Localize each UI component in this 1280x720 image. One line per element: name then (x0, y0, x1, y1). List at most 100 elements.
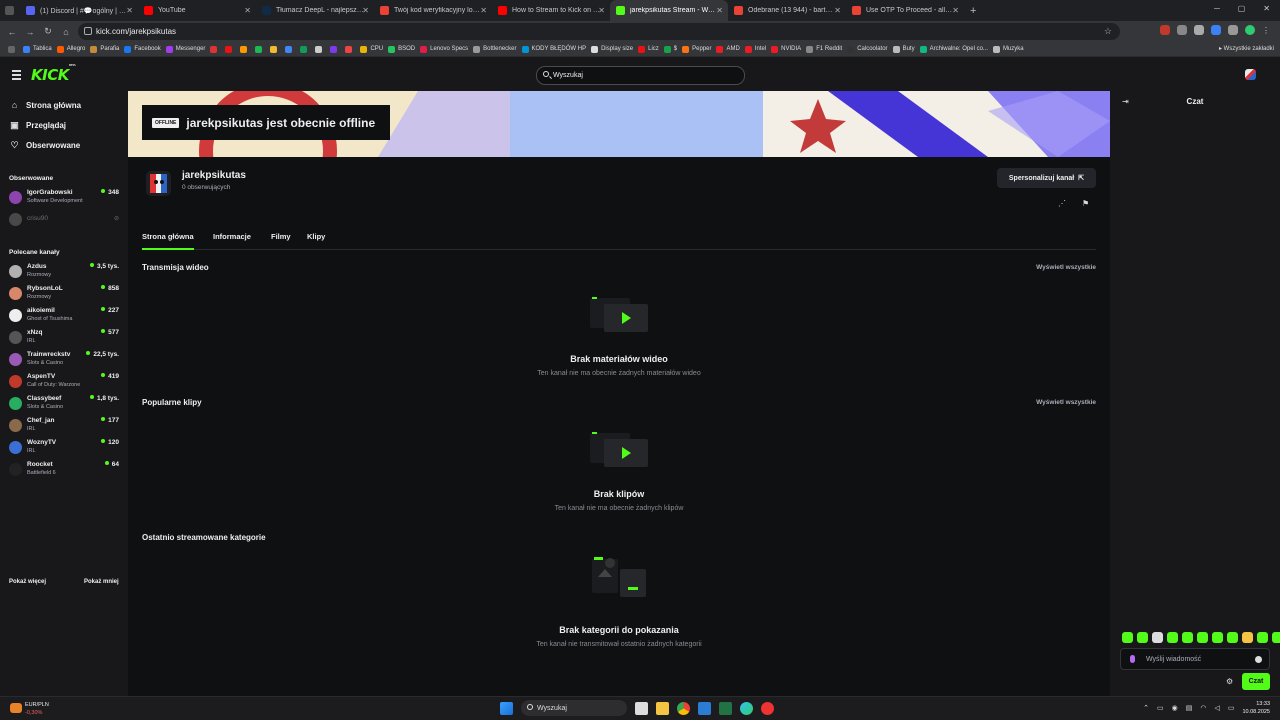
chat-send-button[interactable]: Czat (1242, 673, 1270, 690)
bookmark-item[interactable]: KODY BŁĘDÓW HP (521, 45, 586, 53)
bookmark-item[interactable]: Tablica (23, 45, 52, 53)
sidebar-item-home[interactable]: ⌂ Strona główna (10, 101, 81, 111)
url-field[interactable]: kick.com/jarekpsikutas ☆ (78, 23, 1120, 40)
emote-icon[interactable] (1182, 632, 1193, 643)
tab-clips[interactable]: Klipy (307, 232, 325, 250)
bookmark-item[interactable]: Archiwalne: Opel co... (919, 45, 988, 53)
browser-tab[interactable]: jarekpsikutas Stream - Watch L ✕ (610, 0, 728, 21)
recommended-channel[interactable]: Chef_jan IRL 177 (9, 415, 121, 435)
tab-close-icon[interactable]: ✕ (598, 6, 605, 15)
emote-icon[interactable] (1212, 632, 1223, 643)
browser-tab[interactable]: YouTube ✕ (138, 0, 256, 21)
bookmark-item[interactable]: $ (663, 45, 677, 53)
back-icon[interactable]: ← (3, 27, 21, 37)
tab-close-icon[interactable]: ✕ (716, 6, 723, 15)
recommended-channel[interactable]: Classybeef Slots & Casino 1,8 tys. (9, 393, 121, 413)
reload-icon[interactable]: ↻ (39, 26, 57, 37)
app-icon[interactable] (761, 701, 774, 715)
bookmark-item[interactable] (285, 45, 295, 53)
excel-icon[interactable] (719, 701, 732, 715)
emote-icon[interactable] (1167, 632, 1178, 643)
bookmark-item[interactable]: Pepper (682, 45, 711, 53)
emote-icon[interactable] (1137, 632, 1148, 643)
bookmark-item[interactable]: Licz (638, 45, 659, 53)
apps-icon[interactable] (8, 45, 18, 53)
battery-icon[interactable]: ▭ (1228, 704, 1235, 712)
see-all-clips-link[interactable]: Wyświetl wszystkie (1036, 399, 1096, 406)
show-more-button[interactable]: Pokaż więcej (9, 579, 46, 585)
browser-tab[interactable]: Use OTP To Proceed - allegro.u✕ (846, 0, 964, 21)
bookmark-item[interactable]: Muzyka (992, 45, 1024, 53)
new-tab-button[interactable]: + (970, 5, 976, 17)
bookmark-item[interactable] (270, 45, 280, 53)
tab-info[interactable]: Informacje (213, 232, 251, 250)
channel-avatar[interactable] (146, 171, 171, 196)
show-less-button[interactable]: Pokaż mniej (84, 579, 119, 585)
browser-menu-icon[interactable]: ⋮ (1262, 26, 1270, 35)
share-icon[interactable]: ⋰ (1058, 199, 1066, 208)
bookmark-item[interactable] (240, 45, 250, 53)
site-info-icon[interactable] (84, 27, 92, 35)
chat-settings-icon[interactable]: ⚙ (1226, 677, 1233, 686)
browser-tab[interactable]: (1) Discord | #💬ogólny | SimS ✕ (20, 0, 138, 21)
recommended-channel[interactable]: WoznyTV IRL 120 (9, 437, 121, 457)
emote-icon[interactable] (1242, 632, 1253, 643)
tray-chevron-icon[interactable]: ⌃ (1143, 704, 1149, 712)
bookmark-item[interactable]: Allegro (56, 45, 85, 53)
tray-app-icon[interactable]: ◉ (1172, 704, 1178, 712)
extension-icon[interactable] (1177, 25, 1187, 35)
bookmark-item[interactable]: NVIDIA (771, 45, 801, 53)
emote-icon[interactable] (1272, 632, 1280, 643)
all-bookmarks-link[interactable]: ▸ Wszystkie zakładki (1219, 45, 1274, 52)
recommended-channel[interactable]: RybsonLoL Rozmowy 858 (9, 283, 121, 303)
emote-icon[interactable] (1152, 632, 1163, 643)
bookmark-item[interactable] (255, 45, 265, 53)
profile-avatar[interactable] (1245, 25, 1255, 35)
recommended-channel[interactable]: aikoiemil Ghost of Tsushima 227 (9, 305, 121, 325)
extensions-puzzle-icon[interactable] (1228, 25, 1238, 35)
close-window-icon[interactable]: ✕ (1263, 4, 1270, 13)
tab-close-icon[interactable]: ✕ (480, 6, 487, 15)
emote-icon[interactable] (1257, 632, 1268, 643)
bookmark-item[interactable]: Messenger (165, 45, 205, 53)
search-input[interactable]: Wyszukaj (536, 66, 745, 85)
tab-close-icon[interactable]: ✕ (834, 6, 841, 15)
browser-tab[interactable]: How to Stream to Kick on PC u ✕ (492, 0, 610, 21)
bookmark-item[interactable]: Buty (892, 45, 915, 53)
recommended-channel[interactable]: xNzq IRL 577 (9, 327, 121, 347)
tab-close-icon[interactable]: ✕ (244, 6, 251, 15)
see-all-videos-link[interactable]: Wyświetl wszystkie (1036, 264, 1096, 271)
browser-tab[interactable]: Tłumacz DeepL - najlepszy tłum✕ (256, 0, 374, 21)
minimize-icon[interactable]: ─ (1214, 4, 1220, 13)
browser-tab[interactable]: Odebrane (13 944) - bartosz19 ✕ (728, 0, 846, 21)
sidebar-item-following[interactable]: ♡ Obserwowane (10, 141, 80, 151)
chat-message-input[interactable]: Wyślij wiadomość (1120, 648, 1270, 670)
menu-icon[interactable] (12, 70, 21, 82)
home-browser-icon[interactable]: ⌂ (57, 27, 75, 37)
tab-close-icon[interactable]: ✕ (362, 6, 369, 15)
start-icon[interactable] (500, 701, 513, 715)
chrome-icon[interactable] (677, 701, 690, 715)
extension-icon[interactable] (1211, 25, 1221, 35)
bookmark-item[interactable]: F1 Reddit (806, 45, 842, 53)
recommended-channel[interactable]: AspenTV Call of Duty: Warzone 419 (9, 371, 121, 391)
emoji-icon[interactable] (1255, 656, 1262, 663)
bookmark-item[interactable] (345, 45, 355, 53)
tray-app-icon[interactable]: ▤ (1186, 704, 1193, 712)
bookmark-item[interactable]: BSOD (388, 45, 415, 53)
report-user-icon[interactable]: ⚑ (1082, 199, 1089, 208)
bookmark-item[interactable] (330, 45, 340, 53)
followed-channel[interactable]: crisu90 ⊘ (9, 209, 121, 229)
browser-tab[interactable]: Twój kod weryfikacyjny logowa ✕ (374, 0, 492, 21)
tab-home[interactable]: Strona główna (142, 232, 194, 250)
extension-icon[interactable] (1160, 25, 1170, 35)
tab-videos[interactable]: Filmy (271, 232, 291, 250)
recommended-channel[interactable]: Roocket Battlefield 6 64 (9, 459, 121, 479)
tray-app-icon[interactable]: ▭ (1157, 704, 1164, 712)
wifi-icon[interactable]: ◠ (1200, 704, 1206, 712)
taskbar-search[interactable]: Wyszukaj (521, 700, 627, 716)
clock[interactable]: 13:33 10.08.2025 (1242, 700, 1270, 716)
bookmark-item[interactable]: Calcoolator (847, 45, 888, 53)
customize-channel-button[interactable]: Spersonalizuj kanał ⇱ (997, 168, 1096, 188)
mic-icon[interactable] (1130, 655, 1135, 663)
